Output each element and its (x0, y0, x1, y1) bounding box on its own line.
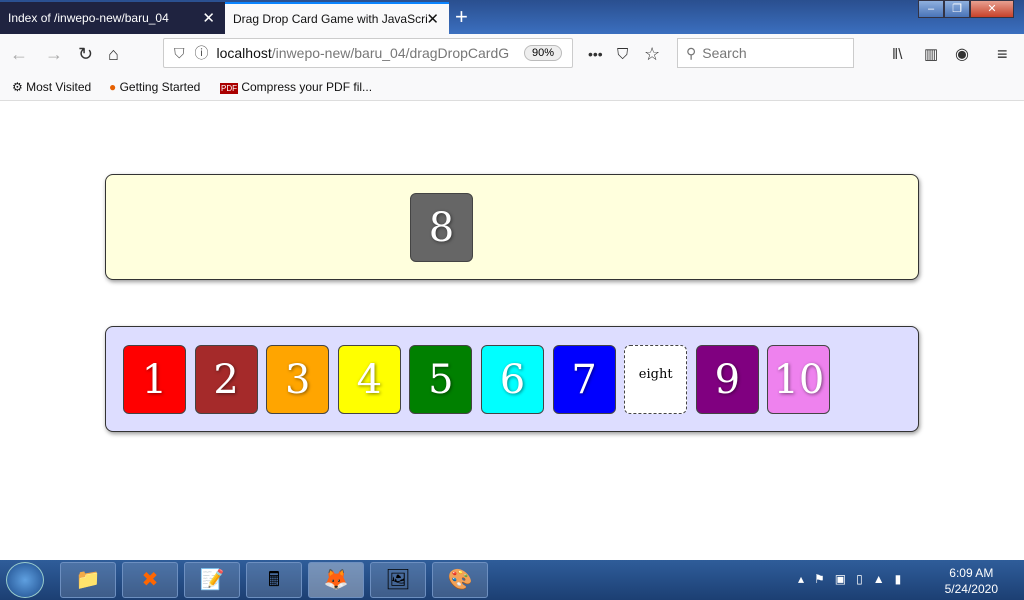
clock[interactable]: 6:09 AM 5/24/2020 (945, 565, 998, 597)
back-button[interactable]: ← (10, 44, 28, 65)
bookmark-most-visited[interactable]: ⚙ Most Visited (12, 80, 91, 94)
tab-label: Index of /inwepo-new/baru_04 (8, 11, 169, 25)
tab-bar: Index of /inwepo-new/baru_04 ✕ Drag Drop … (0, 0, 1024, 34)
star-icon[interactable]: ☆ (644, 44, 660, 65)
url-host: localhost (216, 45, 272, 61)
nav-bar: ← → ↻ ⌂ ⛉ ⓘ localhost/inwepo-new/baru_04… (0, 34, 1024, 74)
firefox-icon: ● (109, 80, 117, 94)
card-4[interactable]: 4 (337, 345, 401, 414)
card-5[interactable]: 5 (409, 345, 473, 414)
minimize-button[interactable]: – (918, 0, 944, 18)
card-eight[interactable]: eight (624, 345, 688, 414)
bookmark-label: Most Visited (26, 80, 92, 94)
drop-zone[interactable]: 8 (105, 174, 919, 280)
bookmark-label: Compress your PDF fil... (241, 80, 373, 94)
url-path: /inwepo-new/baru_04/dragDropCardG (271, 45, 510, 61)
card-2[interactable]: 2 (194, 345, 258, 414)
calculator-icon[interactable]: 🖩 (246, 562, 302, 598)
close-icon[interactable]: ✕ (202, 9, 215, 27)
library-icon[interactable]: ‖\ (892, 46, 902, 63)
reload-button[interactable]: ↻ (78, 44, 93, 65)
explorer-icon[interactable]: 📁 (60, 562, 116, 598)
shield-icon: ⛉ (174, 44, 185, 61)
taskbar: 📁 ✖ 📝 🖩 🦊 🖼 🎨 ▴⚑▣▯▲▮ 6:09 AM 5/24/2020 (0, 560, 1024, 600)
tab-card-game[interactable]: Drag Drop Card Game with JavaScri ✕ (225, 2, 449, 34)
xampp-icon[interactable]: ✖ (122, 562, 178, 598)
menu-icon[interactable]: ≡ (997, 44, 1008, 65)
close-icon[interactable]: ✕ (426, 10, 439, 28)
card-8[interactable]: 8 (410, 193, 473, 262)
card-10[interactable]: 10 (767, 345, 831, 414)
card-hand: 1 2 3 4 5 6 7 eight 9 10 (105, 326, 919, 432)
start-button[interactable] (6, 562, 44, 598)
card-7[interactable]: 7 (552, 345, 616, 414)
card-3[interactable]: 3 (266, 345, 330, 414)
pocket-icon[interactable]: ⛉ (617, 46, 628, 63)
notepad-icon[interactable]: 📝 (184, 562, 240, 598)
bookmark-compress-pdf[interactable]: PDF Compress your PDF fil... (220, 80, 372, 94)
maximize-button[interactable]: ❐ (944, 0, 970, 18)
search-placeholder: Search (702, 45, 747, 61)
card-6[interactable]: 6 (481, 345, 544, 414)
pdf-icon: PDF (220, 83, 238, 94)
bookmark-label: Getting Started (119, 80, 201, 94)
tab-label: Drag Drop Card Game with JavaScri (233, 12, 428, 26)
bookmarks-bar: ⚙ Most Visited ● Getting Started PDF Com… (0, 74, 1024, 101)
paint-icon[interactable]: 🎨 (432, 562, 488, 598)
url-bar[interactable]: ⛉ ⓘ localhost/inwepo-new/baru_04/dragDro… (163, 38, 573, 68)
account-icon[interactable]: ◉ (955, 44, 969, 64)
info-icon: ⓘ (194, 45, 209, 61)
bookmark-getting-started[interactable]: ● Getting Started (109, 80, 200, 94)
firefox-icon[interactable]: 🦊 (308, 562, 364, 598)
more-icon[interactable]: ••• (588, 46, 603, 62)
time: 6:09 AM (949, 566, 994, 580)
search-icon: ⚲ (686, 44, 697, 61)
close-window-button[interactable]: ✕ (970, 0, 1014, 18)
tab-index[interactable]: Index of /inwepo-new/baru_04 ✕ (0, 2, 225, 34)
home-button[interactable]: ⌂ (108, 44, 119, 65)
new-tab-button[interactable]: + (455, 4, 468, 30)
forward-button[interactable]: → (45, 44, 63, 65)
sidebar-icon[interactable]: ▥ (924, 45, 938, 63)
photo-viewer-icon[interactable]: 🖼 (370, 562, 426, 598)
card-1[interactable]: 1 (123, 345, 186, 414)
search-input[interactable]: ⚲ Search (677, 38, 854, 68)
zoom-level[interactable]: 90% (524, 45, 563, 61)
tray-icons[interactable]: ▴⚑▣▯▲▮ (798, 572, 911, 586)
card-9[interactable]: 9 (695, 345, 759, 414)
date: 5/24/2020 (944, 582, 998, 596)
